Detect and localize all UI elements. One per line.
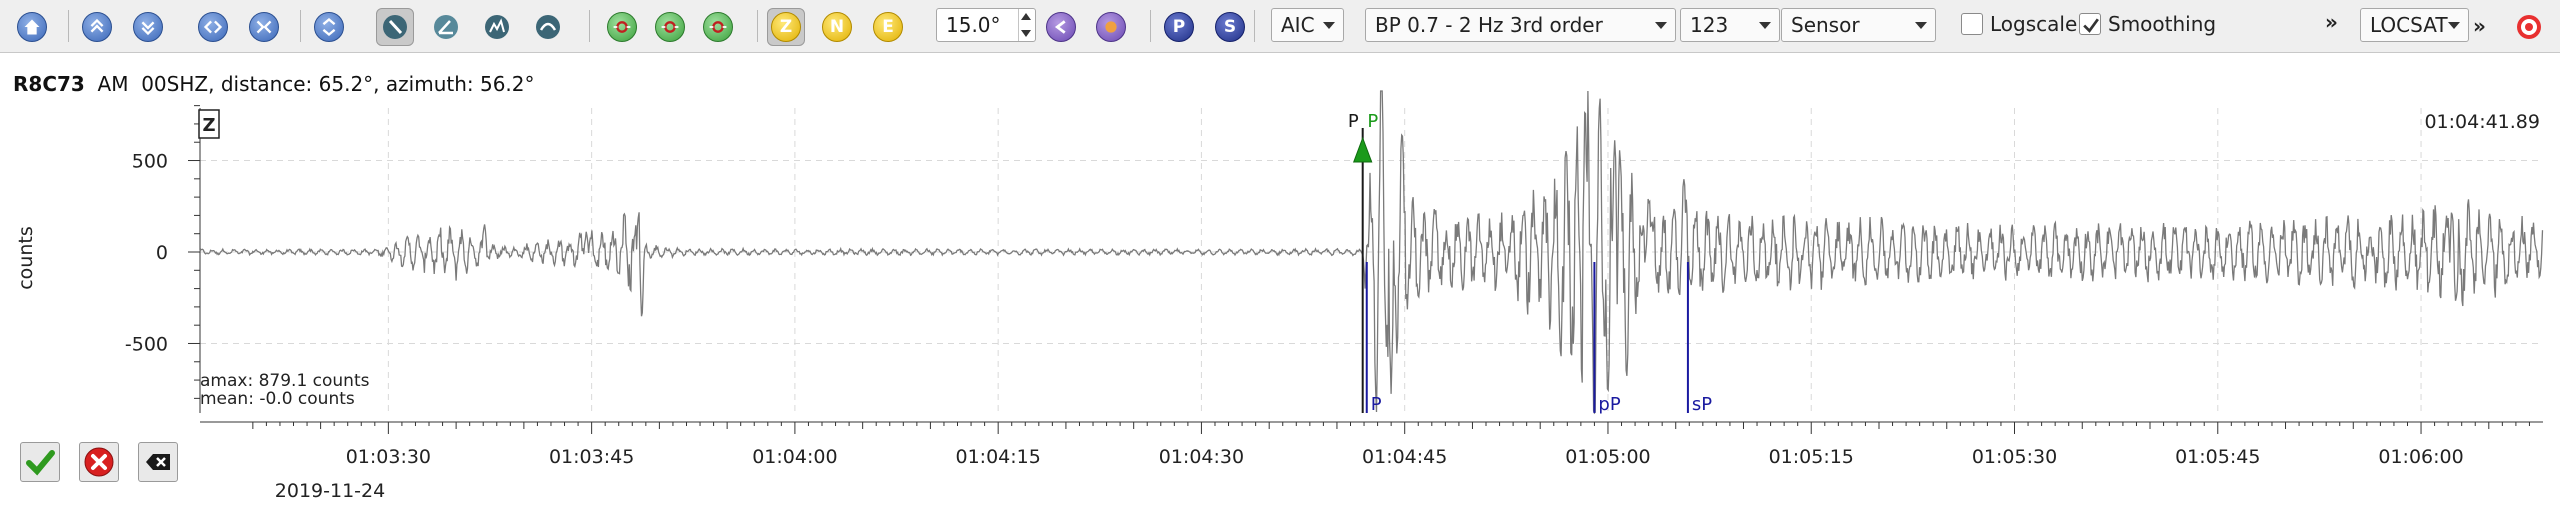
x-tick-label: 01:05:45 [2175,446,2260,468]
x-tick-label: 01:04:15 [955,446,1040,468]
arrival-label-p: P [1371,394,1382,415]
x-tick-label: 01:05:15 [1769,446,1854,468]
y-tick-label: -500 [125,333,168,355]
arrival-label-pp: pP [1598,394,1620,415]
accept-check-icon [26,450,55,476]
waveform-plot[interactable]: 500 0 -500 counts 01:03:30 01:03:45 01:04:00 01… [0,0,2560,521]
x-tick-label: 01:04:00 [752,446,837,468]
accept-button[interactable] [20,442,60,482]
x-tick-label: 01:04:30 [1159,446,1244,468]
x-tick-label: 01:04:45 [1362,446,1447,468]
pick-label: P [1348,111,1359,132]
y-axis-label: counts [15,226,37,290]
pick-label-green: P [1367,111,1378,132]
x-tick-label: 01:05:00 [1565,446,1650,468]
clear-icon [146,454,170,470]
date-label: 2019-11-24 [275,480,385,502]
reject-button[interactable] [79,442,119,482]
arrival-label-sp: sP [1692,394,1712,415]
mean-label: mean: -0.0 counts [200,389,355,409]
x-tick-label: 01:06:00 [2378,446,2463,468]
x-tick-label: 01:03:45 [549,446,634,468]
pick-arrow-icon[interactable] [1352,136,1373,163]
time-readout: 01:04:41.89 [2424,111,2540,133]
amax-label: amax: 879.1 counts [200,371,370,391]
y-tick-label: 500 [132,151,168,173]
clear-button[interactable] [138,442,178,482]
x-tick-label: 01:03:30 [346,446,431,468]
component-letter: Z [202,115,215,136]
y-tick-label: 0 [156,242,168,264]
x-tick-label: 01:05:30 [1972,446,2057,468]
reject-x-icon [84,447,114,477]
